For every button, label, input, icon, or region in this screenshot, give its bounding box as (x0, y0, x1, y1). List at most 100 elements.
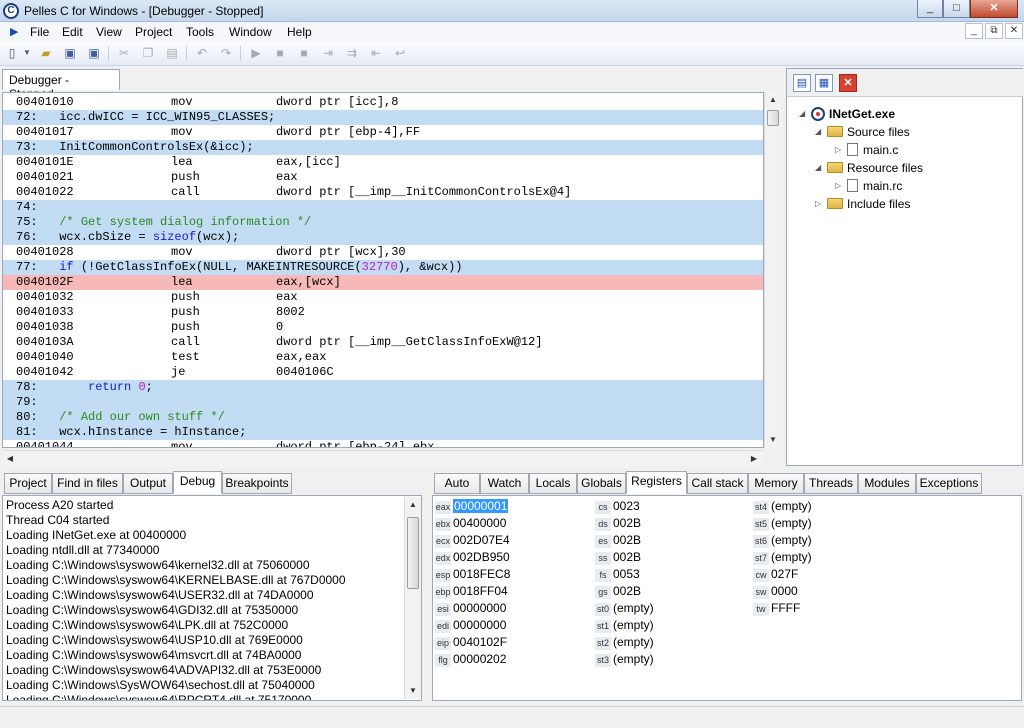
register-value[interactable]: (empty) (613, 601, 654, 615)
asm-line[interactable]: 00401032 push eax (3, 290, 763, 305)
disassembly-view[interactable]: 00401010 mov dword ptr [icc],8 72: icc.dwIC… (2, 92, 764, 448)
output-vertical-scrollbar[interactable]: ▲ ▼ (404, 497, 421, 699)
asm-line[interactable]: 00401022 call dword ptr [__imp__InitCommon… (3, 185, 763, 200)
step-over-icon[interactable]: ⇉ (344, 45, 360, 61)
register-value[interactable]: 0023 (613, 499, 640, 513)
register-value[interactable]: (empty) (771, 533, 812, 547)
tab-call-stack[interactable]: Call stack (687, 473, 748, 494)
register-value[interactable]: 002B (613, 584, 641, 598)
register-value[interactable]: 002B (613, 550, 641, 564)
asm-line[interactable]: 00401040 test eax,eax (3, 350, 763, 365)
register-value[interactable]: 00400000 (453, 516, 506, 530)
editor-vertical-scrollbar[interactable]: ▲ ▼ (764, 92, 781, 448)
register-value[interactable]: 00000000 (453, 601, 506, 615)
register-row[interactable]: esp 0018FEC8 (435, 567, 510, 582)
tree-item-source-files[interactable]: ◢ Source files (815, 124, 910, 140)
register-value[interactable]: 00000202 (453, 652, 506, 666)
mdi-minimize-button[interactable]: _ (965, 23, 983, 39)
collapsed-triangle-icon[interactable]: ▷ (815, 196, 821, 212)
tab-output[interactable]: Output (123, 473, 173, 494)
open-icon[interactable]: ▰ (38, 45, 54, 61)
register-row[interactable]: tw FFFF (753, 601, 800, 616)
undo-icon[interactable]: ↶ (194, 45, 210, 61)
tab-modules[interactable]: Modules (858, 473, 916, 494)
source-line[interactable]: 77: if (!GetClassInfoEx(NULL, MAKEINTRES… (3, 260, 763, 275)
project-view-icon[interactable]: ▤ (793, 74, 811, 92)
tab-auto[interactable]: Auto (434, 473, 480, 494)
asm-line[interactable]: 00401042 je 0040106C (3, 365, 763, 380)
asm-line[interactable]: 00401033 push 8002 (3, 305, 763, 320)
menu-edit[interactable]: Edit (62, 25, 83, 39)
source-line[interactable]: 76: wcx.cbSize = sizeof(wcx); (3, 230, 763, 245)
register-row[interactable]: cs 0023 (595, 499, 640, 514)
menu-file[interactable]: File (30, 25, 49, 39)
register-value[interactable]: 002B (613, 533, 641, 547)
scroll-right-icon[interactable]: ▶ (746, 451, 762, 467)
register-row[interactable]: ss 002B (595, 550, 641, 565)
step-back-icon[interactable]: ↩ (392, 45, 408, 61)
tab-debugger[interactable]: Debugger - Stopped (2, 69, 120, 101)
step-out-icon[interactable]: ⇤ (368, 45, 384, 61)
go-icon[interactable]: ▶ (248, 45, 264, 61)
minimize-button[interactable]: _ (917, 0, 943, 18)
tree-item-resource-files[interactable]: ◢ Resource files (815, 160, 923, 176)
register-value[interactable]: (empty) (771, 499, 812, 513)
tab-threads[interactable]: Threads (804, 473, 858, 494)
menu-view[interactable]: View (96, 25, 122, 39)
collapsed-triangle-icon[interactable]: ▷ (835, 178, 841, 194)
tree-item-include-files[interactable]: ▷ Include files (815, 196, 910, 212)
source-line[interactable]: 79: (3, 395, 763, 410)
register-row[interactable]: st2 (empty) (595, 635, 654, 650)
register-value[interactable]: 027F (771, 567, 798, 581)
close-button[interactable]: ✕ (970, 0, 1018, 18)
register-value[interactable]: 0018FF04 (453, 584, 508, 598)
asm-line[interactable]: 00401038 push 0 (3, 320, 763, 335)
maximize-button[interactable]: □ (943, 0, 970, 18)
menu-tools[interactable]: Tools (186, 25, 214, 39)
menu-help[interactable]: Help (287, 25, 312, 39)
register-row[interactable]: es 002B (595, 533, 641, 548)
register-row[interactable]: fs 0053 (595, 567, 640, 582)
mdi-close-button[interactable]: ✕ (1005, 23, 1023, 39)
register-value[interactable]: 0040102F (453, 635, 507, 649)
break-icon[interactable]: ■ (296, 45, 312, 61)
expanded-triangle-icon[interactable]: ◢ (815, 160, 821, 176)
copy-icon[interactable]: ❐ (140, 45, 156, 61)
register-row[interactable]: gs 002B (595, 584, 641, 599)
register-row[interactable]: flg 00000202 (435, 652, 506, 667)
asm-line[interactable]: 0040103A call dword ptr [__imp__GetClassIn… (3, 335, 763, 350)
paste-icon[interactable]: ▤ (164, 45, 180, 61)
expanded-triangle-icon[interactable]: ◢ (815, 124, 821, 140)
close-project-icon[interactable]: ✕ (839, 74, 857, 92)
asm-line[interactable]: 00401021 push eax (3, 170, 763, 185)
register-value[interactable]: 00000000 (453, 618, 506, 632)
scroll-up-icon[interactable]: ▲ (405, 497, 421, 513)
properties-icon[interactable]: ▦ (815, 74, 833, 92)
source-line[interactable]: 74: (3, 200, 763, 215)
scroll-thumb[interactable] (767, 110, 779, 126)
asm-line[interactable]: 00401044 mov dword ptr [ebp-24],ebx (3, 440, 763, 447)
register-value[interactable]: (empty) (771, 516, 812, 530)
register-value[interactable]: 002B (613, 516, 641, 530)
current-instruction-line[interactable]: 0040102F lea eax,[wcx] (3, 275, 763, 290)
scroll-up-icon[interactable]: ▲ (765, 92, 781, 108)
tab-locals[interactable]: Locals (529, 473, 577, 494)
scroll-down-icon[interactable]: ▼ (765, 432, 781, 448)
register-row[interactable]: st5 (empty) (753, 516, 812, 531)
asm-line[interactable]: 00401028 mov dword ptr [wcx],30 (3, 245, 763, 260)
tab-globals[interactable]: Globals (577, 473, 626, 494)
register-row[interactable]: edx 002DB950 (435, 550, 510, 565)
tree-item-main-c[interactable]: ▷ main.c (835, 142, 898, 158)
tab-memory[interactable]: Memory (748, 473, 804, 494)
save-all-icon[interactable]: ▣ (86, 45, 102, 61)
register-row[interactable]: st1 (empty) (595, 618, 654, 633)
register-row[interactable]: ebp 0018FF04 (435, 584, 508, 599)
tree-item-exe[interactable]: ◢ INetGet.exe (799, 106, 895, 122)
register-value[interactable]: (empty) (613, 635, 654, 649)
tab-watch[interactable]: Watch (480, 473, 529, 494)
tab-find-in-files[interactable]: Find in files (52, 473, 123, 494)
asm-line[interactable]: 00401017 mov dword ptr [ebp-4],FF (3, 125, 763, 140)
save-icon[interactable]: ▣ (62, 45, 78, 61)
register-row[interactable]: esi 00000000 (435, 601, 506, 616)
redo-icon[interactable]: ↷ (218, 45, 234, 61)
